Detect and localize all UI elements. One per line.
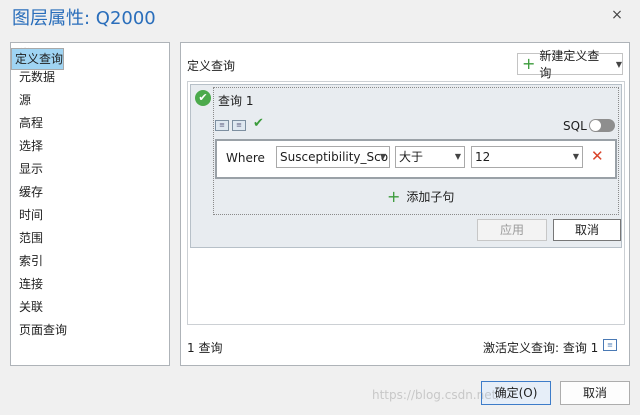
operator-value: 大于: [399, 150, 424, 164]
query-cancel-button[interactable]: 取消: [553, 219, 621, 241]
chevron-down-icon: ▼: [454, 152, 461, 161]
sql-label: SQL: [563, 119, 587, 133]
chevron-down-icon: ▼: [379, 152, 386, 161]
close-icon[interactable]: ×: [610, 8, 624, 22]
add-clause-button[interactable]: + 添加子句: [387, 187, 454, 206]
plus-icon: +: [387, 187, 401, 206]
dialog-title: 图层属性: Q2000: [12, 8, 156, 29]
new-definition-query-button[interactable]: + 新建定义查询 ▼: [517, 49, 623, 80]
check-circle-icon: ✔: [195, 90, 211, 106]
definition-query-panel: 定义查询 + 新建定义查询 ▼ ✔ 查询 1 ≡ ≡ ✔ SQL Where S…: [180, 42, 630, 366]
toggle-knob: [590, 120, 601, 131]
active-query-icon[interactable]: ≡: [603, 339, 617, 351]
nav-item-elevation[interactable]: 高程: [11, 112, 169, 135]
active-query-text: 激活定义查询: 查询 1: [483, 341, 599, 355]
nav-list: 常规 元数据 源 高程 选择 显示 缓存 定义查询 时间 范围 索引 连接 关联…: [10, 42, 170, 366]
delete-clause-icon[interactable]: ✕: [591, 147, 604, 165]
apply-button[interactable]: 应用: [477, 219, 547, 241]
nav-item-source[interactable]: 源: [11, 89, 169, 112]
watermark: https://blog.csdn.net/...: [372, 388, 512, 402]
new-query-label: 新建定义查询: [539, 49, 600, 80]
nav-item-selection[interactable]: 选择: [11, 135, 169, 158]
chevron-down-icon: ▼: [572, 152, 579, 161]
clause-mode-icon[interactable]: ≡: [215, 120, 229, 131]
sql-mode-icon[interactable]: ≡: [232, 120, 246, 131]
field-value: Susceptibility_Sco: [280, 150, 389, 164]
query-count: 1 查询: [187, 341, 223, 355]
plus-icon: +: [522, 54, 536, 73]
nav-item-joins[interactable]: 连接: [11, 273, 169, 296]
add-clause-label: 添加子句: [406, 190, 455, 204]
nav-item-cache[interactable]: 缓存: [11, 181, 169, 204]
nav-item-indexes[interactable]: 索引: [11, 250, 169, 273]
nav-item-range[interactable]: 范围: [11, 227, 169, 250]
panel-title: 定义查询: [187, 59, 236, 73]
nav-item-time[interactable]: 时间: [11, 204, 169, 227]
query-card: ✔ 查询 1 ≡ ≡ ✔ SQL Where Susceptibility_Sc…: [190, 84, 622, 248]
nav-item-relates[interactable]: 关联: [11, 296, 169, 319]
chevron-down-icon: ▼: [615, 59, 622, 69]
where-clause: Where Susceptibility_Sco ▼ 大于 ▼ 12 ▼ ✕: [215, 139, 617, 179]
value-select[interactable]: 12 ▼: [471, 146, 583, 168]
cancel-button[interactable]: 取消: [560, 381, 630, 405]
operator-select[interactable]: 大于 ▼: [395, 146, 465, 168]
sql-toggle[interactable]: [589, 119, 615, 132]
verify-check-icon[interactable]: ✔: [253, 116, 264, 131]
where-label: Where: [226, 151, 265, 165]
nav-item-page-query[interactable]: 页面查询: [11, 319, 169, 342]
value-value: 12: [475, 150, 491, 164]
query-list: ✔ 查询 1 ≡ ≡ ✔ SQL Where Susceptibility_Sc…: [187, 81, 625, 325]
nav-item-display[interactable]: 显示: [11, 158, 169, 181]
nav-item-definition-query[interactable]: 定义查询: [11, 48, 65, 70]
query-name[interactable]: 查询 1: [218, 92, 253, 109]
field-select[interactable]: Susceptibility_Sco ▼: [276, 146, 390, 168]
